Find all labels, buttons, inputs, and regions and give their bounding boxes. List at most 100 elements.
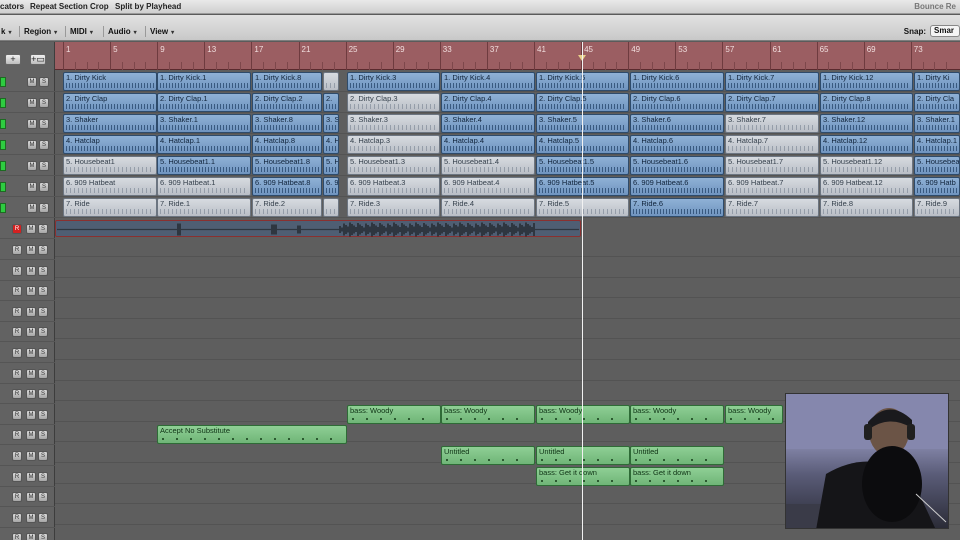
mute-button[interactable]: M <box>26 533 36 540</box>
record-button[interactable]: R <box>12 389 22 400</box>
mute-button[interactable]: M <box>26 245 36 255</box>
drum-region[interactable]: 5. Housebea <box>914 156 960 175</box>
solo-button[interactable]: S <box>38 348 48 358</box>
drum-region[interactable]: 1. Dirty Kick.4 <box>441 72 535 91</box>
mute-button[interactable]: M <box>27 182 37 192</box>
drum-region[interactable]: 2. Dirty Clap.1 <box>157 93 251 112</box>
drum-region[interactable]: 5. Housebeat1.3 <box>347 156 440 175</box>
mute-button[interactable]: M <box>27 98 37 108</box>
solo-button[interactable]: S <box>38 492 48 503</box>
solo-button[interactable]: S <box>38 265 48 276</box>
drum-region[interactable]: 2. Dirty Clap.2 <box>252 93 322 112</box>
track-header-row[interactable]: RMS <box>0 405 55 425</box>
track-header-row[interactable]: MS <box>0 156 55 176</box>
track-header-row[interactable]: MS <box>0 135 55 155</box>
solo-button[interactable]: S <box>38 512 48 523</box>
menu-repeat-section[interactable]: Repeat Section <box>30 2 88 11</box>
solo-button[interactable]: S <box>39 77 49 87</box>
drum-region[interactable]: 2. Dirty Clap.6 <box>630 93 724 112</box>
add-folder-button[interactable]: +▭ <box>30 54 46 65</box>
drum-region[interactable]: 4. Hatclap.1 <box>914 135 960 154</box>
menu-audio[interactable]: Audio ▾ <box>103 26 141 37</box>
midi-region[interactable]: Untitled <box>536 446 630 465</box>
record-button[interactable]: R <box>12 533 22 540</box>
audio-region-waveform[interactable] <box>55 220 581 237</box>
mute-button[interactable]: M <box>26 471 36 482</box>
drum-region[interactable]: 6. 909 Hatb <box>914 177 960 196</box>
drum-region[interactable]: 3. Shaker.7 <box>725 114 819 133</box>
drum-region[interactable]: 3. Shaker.1 <box>914 114 960 133</box>
track-header-row[interactable]: RMS <box>0 528 55 540</box>
drum-region[interactable]: 4. Hatclap.4 <box>441 135 535 154</box>
drum-region[interactable]: 3. Shaker.8 <box>252 114 322 133</box>
drum-region[interactable]: 5. Housebeat1.1 <box>157 156 251 175</box>
solo-button[interactable]: S <box>38 245 48 255</box>
drum-region[interactable]: 1. Dirty Kick.8 <box>252 72 322 91</box>
drum-region[interactable]: 2. <box>323 93 339 112</box>
drum-region[interactable]: 7. Ride.8 <box>820 198 913 217</box>
drum-region[interactable]: 2. Dirty Clap <box>63 93 157 112</box>
record-button[interactable]: R <box>12 368 22 379</box>
solo-button[interactable]: S <box>38 286 48 297</box>
drum-region[interactable]: 7. Ride.3 <box>347 198 440 217</box>
mute-button[interactable]: M <box>26 286 36 297</box>
menu-split-by-playhead[interactable]: Split by Playhead <box>115 2 181 11</box>
drum-region[interactable]: 7. Ride.4 <box>441 198 535 217</box>
mute-button[interactable]: M <box>26 409 36 420</box>
solo-button[interactable]: S <box>38 389 48 400</box>
solo-button[interactable]: S <box>38 471 48 482</box>
drum-region[interactable]: 1. Dirty Kick.3 <box>347 72 440 91</box>
solo-button[interactable]: S <box>39 203 49 213</box>
solo-button[interactable]: S <box>38 327 48 338</box>
solo-button[interactable]: S <box>39 119 49 129</box>
midi-region[interactable]: bass: Woody <box>441 405 535 424</box>
drum-region[interactable]: 4. Hatclap.3 <box>347 135 440 154</box>
mute-button[interactable]: M <box>26 492 36 503</box>
drum-region[interactable]: 6. 909 Hatbeat.8 <box>252 177 322 196</box>
drum-region[interactable]: 2. Dirty Cla <box>914 93 960 112</box>
menu-view[interactable]: View ▾ <box>145 26 178 37</box>
mute-button[interactable]: M <box>26 306 36 317</box>
drum-region[interactable]: 4. Hatclap.8 <box>252 135 322 154</box>
bar-ruler[interactable]: 1 5 9 13 17 21 25 29 33 37 41 45 49 53 57 61 65 69 73 <box>55 42 960 70</box>
drum-region[interactable]: 7. Ride.7 <box>725 198 819 217</box>
menu-locators[interactable]: cators <box>0 2 24 11</box>
midi-region[interactable]: bass: Woody <box>536 405 630 424</box>
drum-region[interactable]: 2. Dirty Clap.3 <box>347 93 440 112</box>
mute-button[interactable]: M <box>26 224 36 234</box>
record-button[interactable]: R <box>12 512 22 523</box>
drum-region[interactable]: 1. Dirty Kick.6 <box>630 72 724 91</box>
drum-region[interactable]: 6. 909 Hatbeat.1 <box>157 177 251 196</box>
drum-region[interactable]: 6. 909 Hatbeat.12 <box>820 177 913 196</box>
drum-region[interactable]: 3. Shaker.4 <box>441 114 535 133</box>
playhead-line[interactable] <box>582 42 583 540</box>
drum-region[interactable]: 1. Dirty Kick <box>63 72 157 91</box>
snap-select[interactable]: Smar <box>930 25 960 37</box>
record-button[interactable]: R <box>12 224 22 234</box>
drum-region[interactable]: 3. Shaker.6 <box>630 114 724 133</box>
track-header-row[interactable]: MS <box>0 114 55 134</box>
drum-region[interactable]: 4. Hatclap.12 <box>820 135 913 154</box>
mute-button[interactable]: M <box>26 368 36 379</box>
drum-region[interactable]: 5. H <box>323 156 339 175</box>
midi-region[interactable]: bass: Woody <box>725 405 783 424</box>
midi-region[interactable]: bass: Get it down <box>630 467 724 486</box>
drum-region[interactable]: 5. Housebeat1.4 <box>441 156 535 175</box>
track-header-row[interactable]: RMS <box>0 487 55 508</box>
drum-region[interactable]: 5. Housebeat1 <box>63 156 157 175</box>
drum-region[interactable]: 4. H <box>323 135 339 154</box>
mute-button[interactable]: M <box>26 327 36 338</box>
mute-button[interactable]: M <box>26 348 36 358</box>
mute-button[interactable]: M <box>27 77 37 87</box>
drum-region[interactable]: 6. 9 <box>323 177 339 196</box>
track-header-row[interactable]: RMS <box>0 343 55 363</box>
drum-region[interactable]: 3. S <box>323 114 339 133</box>
solo-button[interactable]: S <box>38 306 48 317</box>
track-header-row[interactable]: RMS <box>0 384 55 405</box>
track-header-row[interactable]: RMS <box>0 219 55 239</box>
track-header-row[interactable]: MS <box>0 177 55 197</box>
mute-button[interactable]: M <box>26 451 36 461</box>
track-header-row[interactable]: RMS <box>0 425 55 446</box>
mute-button[interactable]: M <box>27 140 37 150</box>
drum-region[interactable]: 2. Dirty Clap.4 <box>441 93 535 112</box>
